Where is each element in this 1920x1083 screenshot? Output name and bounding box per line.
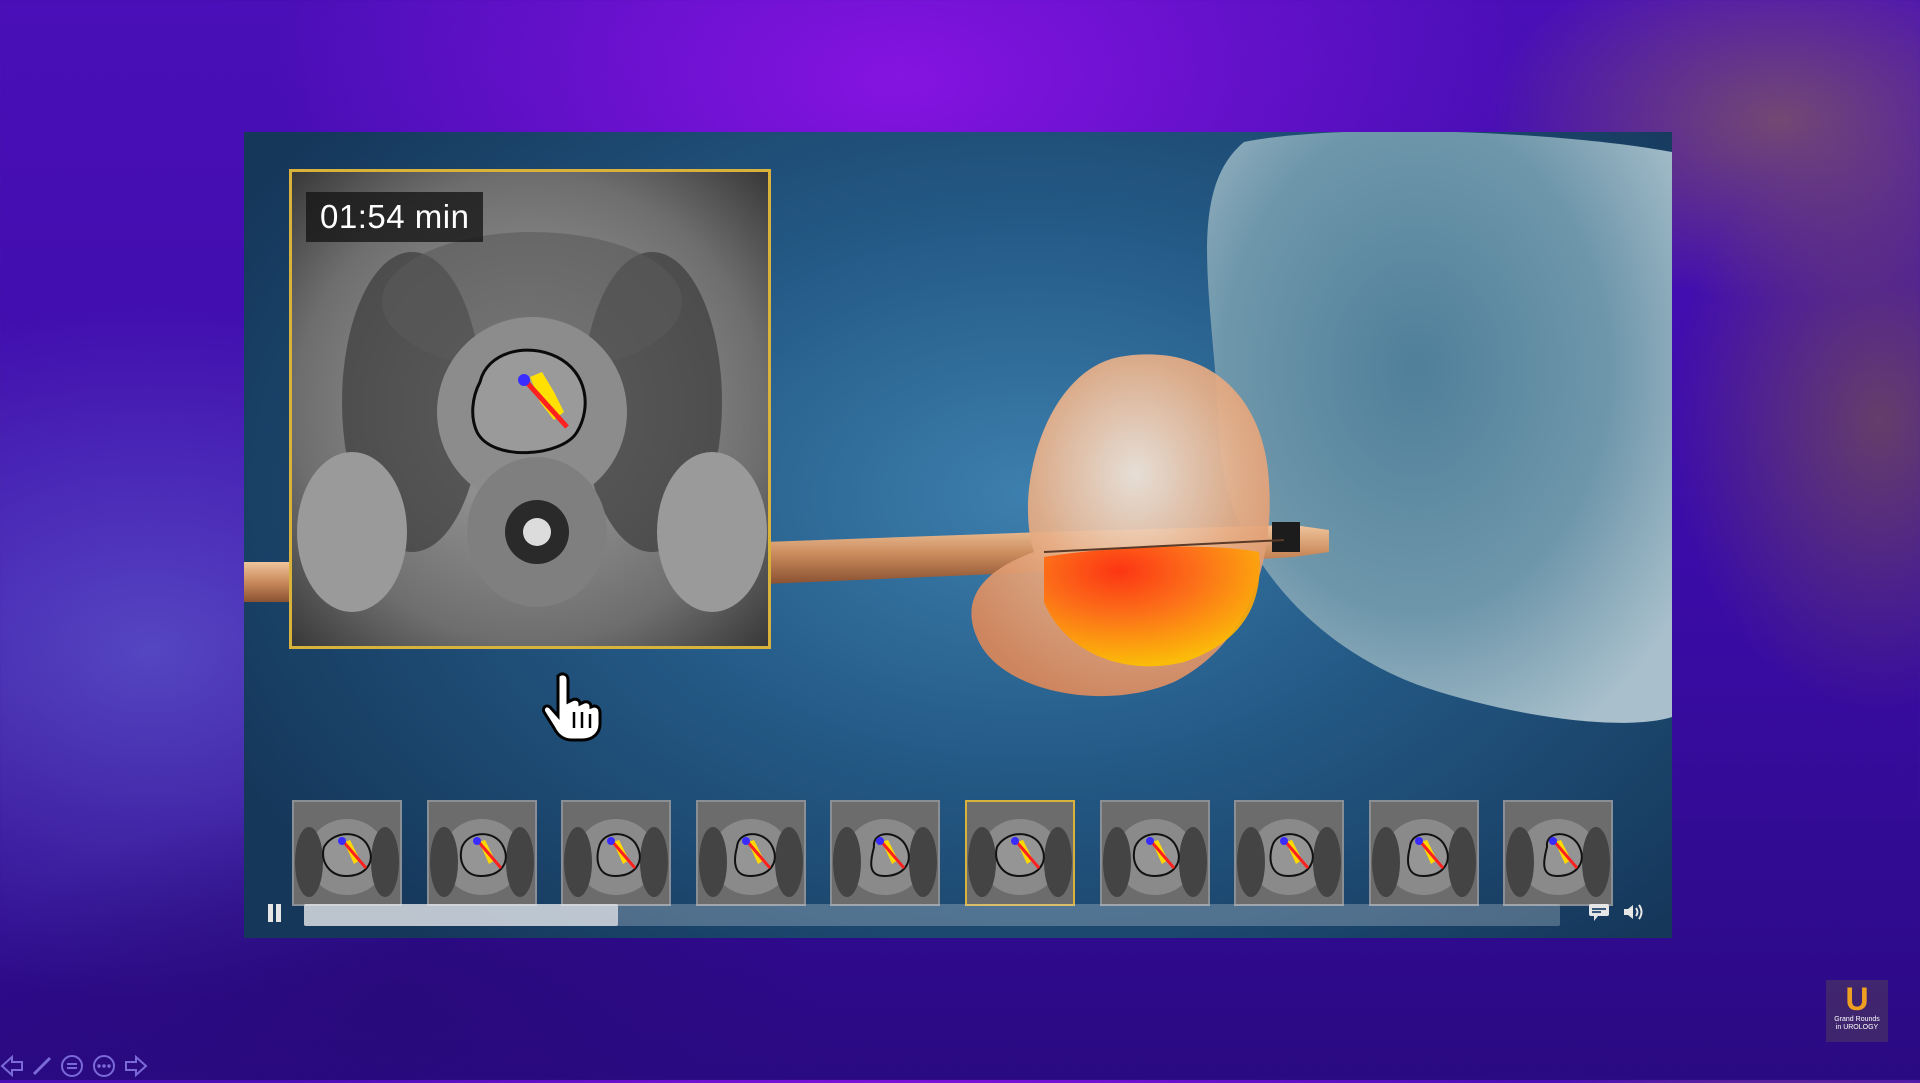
pause-button[interactable] bbox=[260, 898, 288, 928]
logo-line2: in UROLOGY bbox=[1835, 1024, 1879, 1031]
thumbnail-4[interactable] bbox=[695, 800, 806, 906]
pause-icon bbox=[268, 904, 273, 922]
presentation-nav bbox=[0, 1052, 160, 1080]
thumbnail-image bbox=[1101, 802, 1208, 904]
thumbnail-image bbox=[1236, 802, 1343, 904]
logo-letter: U bbox=[1845, 981, 1869, 1017]
thumbnail-3[interactable] bbox=[561, 800, 672, 906]
next-arrow-icon[interactable] bbox=[124, 1054, 148, 1083]
player-controls bbox=[260, 898, 1656, 928]
pen-icon[interactable] bbox=[30, 1054, 54, 1083]
thumbnail-image bbox=[428, 802, 535, 904]
thumbnail-2[interactable] bbox=[426, 800, 537, 906]
thumbnail-6[interactable] bbox=[965, 800, 1075, 906]
elapsed-timer: 01:54 min bbox=[306, 192, 484, 242]
grand-rounds-urology-logo: U Grand Rounds in UROLOGY bbox=[1826, 980, 1888, 1042]
thumbnail-5[interactable] bbox=[830, 800, 941, 906]
thumbnail-8[interactable] bbox=[1234, 800, 1345, 906]
seek-bar[interactable] bbox=[304, 904, 1560, 926]
previous-arrow-icon[interactable] bbox=[0, 1054, 24, 1083]
more-options-icon[interactable] bbox=[92, 1054, 116, 1083]
thumbnail-1[interactable] bbox=[292, 800, 402, 906]
mri-image bbox=[292, 172, 768, 646]
logo-line1: Grand Rounds bbox=[1834, 1016, 1880, 1023]
thumbnail-10[interactable] bbox=[1503, 800, 1614, 906]
video-player[interactable]: 01:54 min bbox=[244, 132, 1672, 938]
captions-icon[interactable] bbox=[1588, 902, 1610, 922]
mri-slice-panel: 01:54 min bbox=[289, 169, 771, 649]
thumbnail-image bbox=[832, 802, 939, 904]
thumbnail-image bbox=[967, 802, 1073, 904]
hand-cursor-icon bbox=[542, 672, 602, 742]
thumbnail-9[interactable] bbox=[1368, 800, 1479, 906]
thumbnail-7[interactable] bbox=[1099, 800, 1210, 906]
thumbnail-image bbox=[294, 802, 400, 904]
seek-progress bbox=[304, 904, 618, 926]
thumbnail-strip bbox=[292, 800, 1614, 906]
thumbnail-image bbox=[563, 802, 670, 904]
thumbnail-image bbox=[1505, 802, 1612, 904]
thumbnail-image bbox=[697, 802, 804, 904]
pause-icon-bar bbox=[276, 904, 281, 922]
menu-icon[interactable] bbox=[60, 1054, 84, 1083]
volume-icon[interactable] bbox=[1622, 902, 1646, 922]
thumbnail-image bbox=[1370, 802, 1477, 904]
